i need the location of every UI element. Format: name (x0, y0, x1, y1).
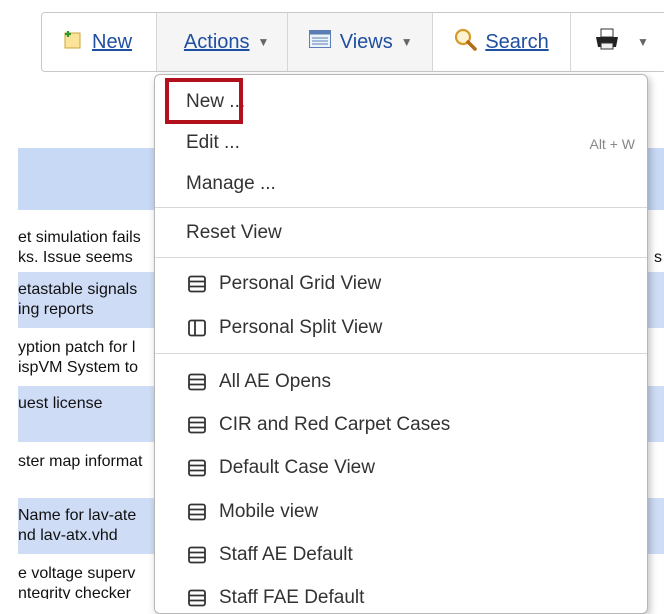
menu-item-personal-split-view[interactable]: Personal Split View (187, 317, 382, 339)
grid-view-icon (187, 502, 207, 522)
chevron-down-icon: ▼ (400, 35, 413, 49)
grid-view-icon (187, 588, 207, 608)
menu-item-label: Staff FAE Default (219, 587, 365, 608)
menu-item-label: Mobile view (219, 501, 319, 522)
actions-menu-button[interactable]: Actions ▼ (156, 13, 288, 71)
split-view-icon (187, 318, 207, 338)
print-menu-button[interactable]: ▼ (571, 13, 664, 71)
menu-item-edit[interactable]: Edit ... (186, 132, 635, 154)
menu-item-reset-view[interactable]: Reset View (186, 222, 282, 244)
row-text-line: yption patch for l (18, 339, 136, 356)
actions-button-label: Actions (183, 30, 250, 53)
new-button[interactable]: New (42, 13, 157, 71)
edit-shortcut-hint: Alt + W (589, 136, 635, 152)
row-text-line: nd lav-atx.vhd (18, 527, 118, 544)
menu-item-cir-red-carpet[interactable]: CIR and Red Carpet Cases (187, 414, 450, 436)
new-button-label: New (92, 30, 133, 53)
search-button-label: Search (485, 30, 549, 53)
annotation-highlight-box (165, 78, 243, 124)
row-text-line: ster map informat (18, 453, 143, 470)
grid-view-icon (187, 458, 207, 478)
menu-item-label: Default Case View (219, 457, 375, 478)
search-icon (453, 27, 478, 57)
toolbar: New Actions ▼ Views ▼ Search ▼ (41, 12, 664, 72)
menu-item-edit-label: Edit ... (186, 132, 240, 153)
grid-view-icon (187, 274, 207, 294)
row-text-line: ntegrity checker (18, 585, 131, 599)
grid-view-icon (187, 545, 207, 565)
row-text-line: uest license (18, 395, 103, 412)
menu-divider (155, 207, 647, 208)
row-text-line: et simulation fails (18, 229, 141, 246)
views-list-icon (308, 28, 332, 56)
search-button[interactable]: Search (433, 13, 571, 71)
actions-dropdown-menu: New ... Edit ... Alt + W Manage ... Rese… (154, 74, 648, 614)
views-button-label: Views (339, 30, 393, 53)
row-text-line: ispVM System to (18, 359, 139, 376)
menu-item-label: Staff AE Default (219, 544, 353, 565)
grid-view-icon (187, 372, 207, 392)
menu-item-default-case-view[interactable]: Default Case View (187, 457, 375, 479)
menu-item-label: Personal Split View (219, 317, 383, 338)
grid-view-icon (187, 415, 207, 435)
chevron-down-icon: ▼ (257, 35, 270, 49)
menu-item-label: Personal Grid View (219, 273, 382, 294)
row-text-line: Name for lav-ate (18, 507, 137, 524)
row-text-line: etastable signals (18, 281, 138, 298)
menu-item-staff-fae-default[interactable]: Staff FAE Default (187, 587, 364, 609)
views-menu-button[interactable]: Views ▼ (287, 13, 434, 71)
row-text-line: ks. Issue seems (18, 249, 133, 266)
row-text-line: ing reports (18, 301, 94, 318)
row-text-tail: s (654, 249, 662, 266)
menu-item-all-ae-opens[interactable]: All AE Opens (187, 371, 331, 393)
menu-item-label: CIR and Red Carpet Cases (219, 414, 451, 435)
new-item-icon (62, 28, 84, 56)
printer-icon (593, 27, 621, 57)
menu-divider (155, 257, 647, 258)
menu-item-mobile-view[interactable]: Mobile view (187, 501, 318, 523)
menu-divider (155, 353, 647, 354)
row-text-line: e voltage superv (18, 565, 136, 582)
chevron-down-icon: ▼ (637, 35, 649, 49)
menu-item-personal-grid-view[interactable]: Personal Grid View (187, 273, 381, 295)
menu-item-staff-ae-default[interactable]: Staff AE Default (187, 544, 353, 566)
menu-item-manage[interactable]: Manage ... (186, 173, 276, 195)
menu-item-label: All AE Opens (219, 371, 331, 392)
